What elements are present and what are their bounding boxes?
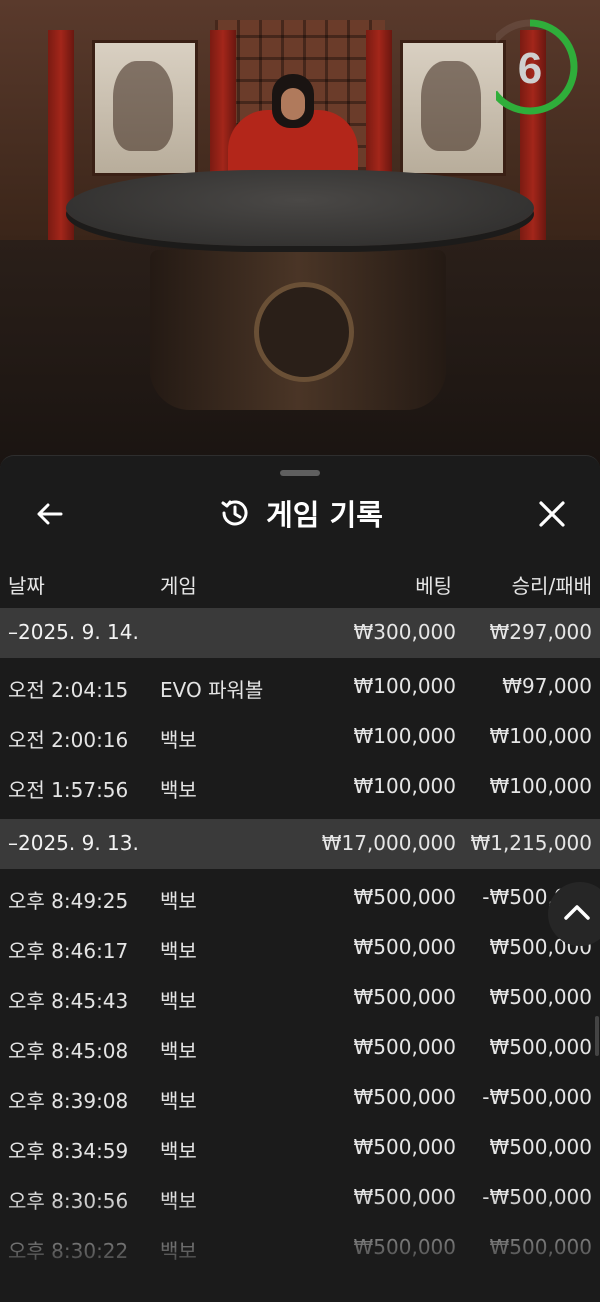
game-history-sheet: 게임 기록 날짜 게임 베팅 승리/패배 –2025. 9. 14. ₩300,0… — [0, 455, 600, 1302]
close-x-icon — [539, 501, 565, 527]
group-date: –2025. 9. 14. — [8, 620, 139, 644]
row-time: 오후 8:45:08 — [8, 1039, 129, 1063]
history-row[interactable]: 오후 8:45:43 백보 ₩500,000 ₩500,000 — [0, 973, 600, 1023]
history-row[interactable]: 오전 1:57:56 백보 ₩100,000 ₩100,000 — [0, 762, 600, 812]
row-game: 백보 — [160, 778, 197, 802]
row-time: 오후 8:34:59 — [8, 1139, 129, 1163]
chevron-up-icon — [564, 905, 590, 920]
sheet-header: 게임 기록 — [0, 492, 600, 536]
row-bet: ₩300,000 — [353, 620, 456, 644]
row-bet: ₩100,000 — [353, 774, 456, 798]
column-header-date: 날짜 — [8, 574, 45, 598]
row-game: 백보 — [160, 989, 197, 1013]
row-game: 백보 — [160, 939, 197, 963]
row-result: ₩100,000 — [489, 774, 592, 798]
row-game: EVO 파워볼 — [160, 678, 264, 702]
history-row[interactable]: 오후 8:46:17 백보 ₩500,000 ₩500,000 — [0, 923, 600, 973]
row-game: 백보 — [160, 1089, 197, 1113]
history-row[interactable]: 오후 8:30:56 백보 ₩500,000 -₩500,000 — [0, 1173, 600, 1223]
row-game: 백보 — [160, 1239, 197, 1263]
row-game: 백보 — [160, 728, 197, 752]
group-date: –2025. 9. 13. — [8, 831, 139, 855]
row-time: 오후 8:46:17 — [8, 939, 129, 963]
table-emblem — [254, 282, 354, 382]
row-result: ₩500,000 — [489, 1235, 592, 1259]
column-header-win-loss: 승리/패배 — [511, 574, 592, 598]
dragon-panel-left — [92, 40, 198, 176]
row-bet: ₩500,000 — [353, 1185, 456, 1209]
history-list: –2025. 9. 14. ₩300,000 ₩297,000 오전 2:04:15 E… — [0, 608, 600, 1273]
page-title: 게임 기록 — [266, 498, 383, 532]
row-result: ₩500,000 — [489, 985, 592, 1009]
history-clock-icon — [221, 500, 248, 526]
history-row[interactable]: 오전 2:04:15 EVO 파워볼 ₩100,000 ₩97,000 — [0, 662, 600, 712]
row-bet: ₩17,000,000 — [321, 831, 456, 855]
row-result: -₩500,000 — [482, 1185, 592, 1209]
history-row[interactable]: 오후 8:34:59 백보 ₩500,000 ₩500,000 — [0, 1123, 600, 1173]
row-result: -₩500,000 — [482, 1085, 592, 1109]
row-bet: ₩100,000 — [353, 674, 456, 698]
row-time: 오전 2:00:16 — [8, 728, 129, 752]
row-result: ₩500,000 — [489, 1135, 592, 1159]
history-row[interactable]: 오후 8:30:22 백보 ₩500,000 ₩500,000 — [0, 1223, 600, 1273]
row-game: 백보 — [160, 1139, 197, 1163]
row-bet: ₩500,000 — [353, 1035, 456, 1059]
row-result: ₩97,000 — [502, 674, 592, 698]
row-result: ₩500,000 — [489, 1035, 592, 1059]
row-result: ₩1,215,000 — [470, 831, 592, 855]
date-group-row: –2025. 9. 13. ₩17,000,000 ₩1,215,000 — [0, 819, 600, 869]
row-time: 오전 2:04:15 — [8, 678, 129, 702]
row-bet: ₩500,000 — [353, 1235, 456, 1259]
row-time: 오후 8:30:56 — [8, 1189, 129, 1213]
column-header-bet: 베팅 — [415, 574, 452, 598]
dealer-face — [281, 88, 305, 120]
row-time: 오후 8:39:08 — [8, 1089, 129, 1113]
history-row[interactable]: 오후 8:39:08 백보 ₩500,000 -₩500,000 — [0, 1073, 600, 1123]
row-bet: ₩100,000 — [353, 724, 456, 748]
row-result: ₩297,000 — [489, 620, 592, 644]
row-time: 오후 8:49:25 — [8, 889, 129, 913]
red-pillar — [48, 30, 74, 250]
column-header-game: 게임 — [160, 574, 197, 598]
column-headers: 날짜 게임 베팅 승리/패배 — [0, 564, 600, 604]
row-game: 백보 — [160, 1189, 197, 1213]
history-row[interactable]: 오후 8:45:08 백보 ₩500,000 ₩500,000 — [0, 1023, 600, 1073]
row-time: 오후 8:30:22 — [8, 1239, 129, 1263]
game-table — [66, 170, 534, 246]
row-game: 백보 — [160, 889, 197, 913]
history-row[interactable]: 오후 8:49:25 백보 ₩500,000 -₩500,000 — [0, 873, 600, 923]
row-bet: ₩500,000 — [353, 1085, 456, 1109]
row-bet: ₩500,000 — [353, 985, 456, 1009]
row-bet: ₩500,000 — [353, 1135, 456, 1159]
drag-handle[interactable] — [280, 470, 320, 476]
dragon-panel-right — [400, 40, 506, 176]
row-time: 오후 8:45:43 — [8, 989, 129, 1013]
row-result: ₩100,000 — [489, 724, 592, 748]
row-game: 백보 — [160, 1039, 197, 1063]
date-group-row: –2025. 9. 14. ₩300,000 ₩297,000 — [0, 608, 600, 658]
history-row[interactable]: 오전 2:00:16 백보 ₩100,000 ₩100,000 — [0, 712, 600, 762]
row-bet: ₩500,000 — [353, 935, 456, 959]
close-button[interactable] — [532, 494, 572, 534]
row-bet: ₩500,000 — [353, 885, 456, 909]
countdown-value: 6 — [517, 44, 543, 93]
row-time: 오전 1:57:56 — [8, 778, 129, 802]
